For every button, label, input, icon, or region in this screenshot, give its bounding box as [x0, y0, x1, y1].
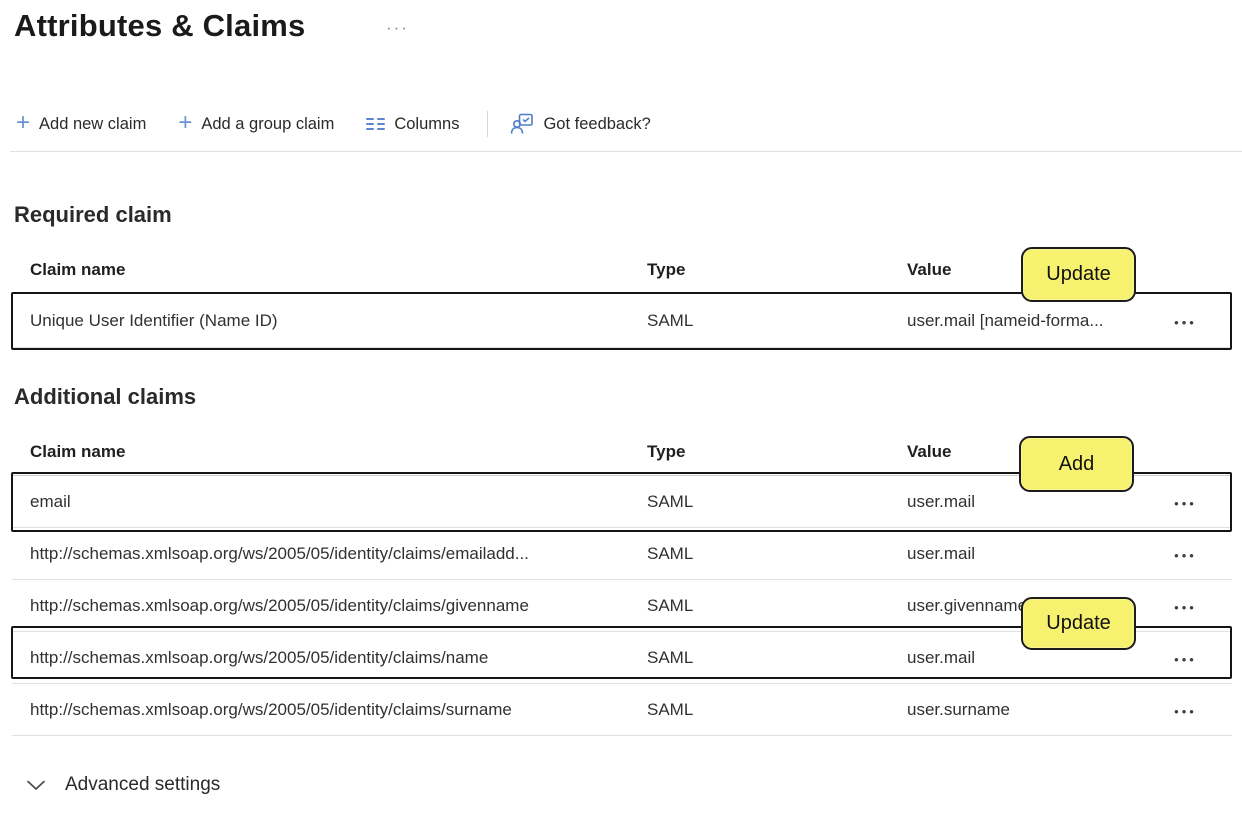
- claim-name-cell[interactable]: http://schemas.xmlsoap.org/ws/2005/05/id…: [12, 596, 647, 616]
- columns-button[interactable]: Columns: [364, 111, 461, 138]
- command-bar: + Add new claim + Add a group claim Colu…: [14, 104, 653, 144]
- got-feedback-label: Got feedback?: [543, 114, 651, 133]
- claim-name-cell[interactable]: http://schemas.xmlsoap.org/ws/2005/05/id…: [12, 544, 647, 564]
- claim-value-cell: user.surname: [907, 699, 1010, 719]
- claim-name-cell[interactable]: email: [12, 492, 647, 512]
- row-context-menu-button[interactable]: •••: [1157, 312, 1214, 329]
- columns-label: Columns: [394, 114, 460, 133]
- row-context-menu-button[interactable]: •••: [1157, 597, 1214, 614]
- add-new-claim-label: Add new claim: [39, 114, 147, 133]
- row-context-menu-button[interactable]: •••: [1157, 545, 1214, 562]
- claim-name-cell[interactable]: Unique User Identifier (Name ID): [12, 311, 647, 331]
- feedback-person-icon: [510, 113, 534, 135]
- add-group-claim-label: Add a group claim: [201, 114, 335, 133]
- chevron-down-icon: [26, 779, 46, 791]
- plus-icon: +: [178, 109, 193, 136]
- advanced-settings-toggle[interactable]: Advanced settings: [26, 774, 220, 796]
- column-header-claim-name[interactable]: Claim name: [12, 442, 647, 462]
- column-header-claim-name[interactable]: Claim name: [12, 260, 647, 280]
- table-row[interactable]: http://schemas.xmlsoap.org/ws/2005/05/id…: [12, 684, 1232, 736]
- claim-type-cell: SAML: [647, 699, 694, 719]
- add-group-claim-button[interactable]: + Add a group claim: [176, 110, 336, 138]
- row-context-menu-button[interactable]: •••: [1157, 493, 1214, 510]
- claim-type-cell: SAML: [647, 310, 694, 330]
- toolbar-separator: [10, 151, 1242, 152]
- column-header-type[interactable]: Type: [647, 260, 907, 280]
- advanced-settings-label: Advanced settings: [65, 774, 221, 795]
- column-header-type[interactable]: Type: [647, 442, 907, 462]
- claim-name-cell[interactable]: http://schemas.xmlsoap.org/ws/2005/05/id…: [12, 700, 647, 720]
- annotation-update-name: Update: [1021, 597, 1136, 650]
- claim-value-cell: user.mail: [907, 647, 976, 667]
- claim-type-cell: SAML: [647, 543, 694, 563]
- table-row[interactable]: Unique User Identifier (Name ID) SAML us…: [12, 294, 1232, 348]
- more-options-icon[interactable]: ···: [386, 18, 409, 38]
- attributes-claims-page: Attributes & Claims ··· + Add new claim …: [0, 0, 1242, 816]
- claim-value-cell: user.mail: [907, 491, 976, 511]
- got-feedback-button[interactable]: Got feedback?: [508, 109, 652, 139]
- claim-type-cell: SAML: [647, 647, 694, 667]
- columns-icon: [366, 117, 386, 131]
- required-claim-heading: Required claim: [14, 202, 172, 227]
- annotation-add-email: Add: [1019, 436, 1134, 492]
- row-context-menu-button[interactable]: •••: [1157, 701, 1214, 718]
- annotation-update-required: Update: [1021, 247, 1136, 302]
- claim-value-cell: user.mail [nameid-forma...: [907, 310, 1104, 330]
- claim-type-cell: SAML: [647, 491, 694, 511]
- claim-value-cell: user.mail: [907, 543, 976, 563]
- additional-claims-heading: Additional claims: [14, 384, 197, 409]
- claim-name-cell[interactable]: http://schemas.xmlsoap.org/ws/2005/05/id…: [12, 648, 647, 668]
- add-new-claim-button[interactable]: + Add new claim: [14, 110, 148, 138]
- claim-type-cell: SAML: [647, 595, 694, 615]
- page-title: Attributes & Claims: [14, 8, 306, 43]
- row-context-menu-button[interactable]: •••: [1157, 649, 1214, 666]
- toolbar-divider: [487, 111, 489, 137]
- plus-icon: +: [16, 109, 31, 136]
- required-claims-rows: Unique User Identifier (Name ID) SAML us…: [12, 294, 1232, 348]
- table-row[interactable]: http://schemas.xmlsoap.org/ws/2005/05/id…: [12, 528, 1232, 580]
